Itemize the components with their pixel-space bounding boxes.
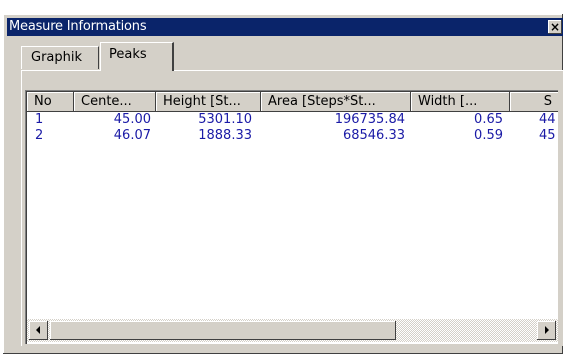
peaks-list-view[interactable]: No Cente... Height [St... Area [Steps*St… bbox=[25, 90, 558, 344]
cell-center: 45.00 bbox=[113, 112, 151, 127]
column-header-center[interactable]: Cente... bbox=[74, 92, 156, 112]
title-bar: Measure Informations × bbox=[7, 18, 563, 36]
column-header-s[interactable]: S bbox=[510, 92, 558, 112]
tab-peaks[interactable]: Peaks bbox=[100, 42, 174, 71]
cell-width: 0.59 bbox=[474, 128, 503, 143]
cell-height: 5301.10 bbox=[198, 112, 252, 127]
arrow-left-icon bbox=[36, 326, 40, 334]
horizontal-scrollbar[interactable] bbox=[27, 319, 558, 342]
column-header-width[interactable]: Width [... bbox=[411, 92, 510, 112]
scroll-right-button[interactable] bbox=[537, 321, 556, 340]
tab-graphik[interactable]: Graphik bbox=[21, 46, 99, 69]
cell-center: 46.07 bbox=[113, 128, 151, 143]
cell-width: 0.65 bbox=[474, 112, 503, 127]
close-button[interactable]: × bbox=[548, 20, 562, 34]
cell-s: 45 bbox=[539, 128, 556, 143]
column-header-area[interactable]: Area [Steps*St... bbox=[261, 92, 411, 112]
cell-no: 1 bbox=[35, 112, 44, 127]
cell-no: 2 bbox=[35, 128, 44, 143]
cell-s: 44 bbox=[539, 112, 556, 127]
cell-area: 68546.33 bbox=[342, 128, 405, 143]
cell-area: 196735.84 bbox=[334, 112, 405, 127]
arrow-right-icon bbox=[545, 326, 549, 334]
close-icon: × bbox=[549, 20, 561, 34]
cell-height: 1888.33 bbox=[198, 128, 252, 143]
scroll-left-button[interactable] bbox=[29, 321, 48, 340]
scrollbar-thumb[interactable] bbox=[50, 321, 396, 340]
window-title: Measure Informations bbox=[9, 19, 147, 34]
column-header-height[interactable]: Height [St... bbox=[156, 92, 261, 112]
column-header-no[interactable]: No bbox=[27, 92, 74, 112]
